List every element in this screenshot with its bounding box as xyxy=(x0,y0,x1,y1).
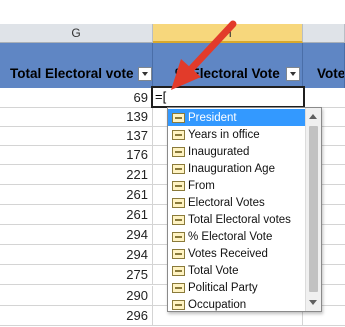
autocomplete-items: President Years in office Inaugurated In… xyxy=(168,109,306,311)
table-header-total-electoral-vote: Total Electoral vote xyxy=(0,43,153,88)
autocomplete-item-years-in-office[interactable]: Years in office xyxy=(168,126,306,143)
field-icon xyxy=(172,129,185,140)
cell-g[interactable]: 294 xyxy=(0,225,153,244)
field-icon xyxy=(172,112,185,123)
autocomplete-item-label: Electoral Votes xyxy=(188,196,265,209)
scrollbar-thumb[interactable] xyxy=(309,126,318,292)
cell-g[interactable]: 137 xyxy=(0,126,153,145)
cell-g[interactable]: 261 xyxy=(0,205,153,224)
autocomplete-item-label: Inaugurated xyxy=(188,145,250,158)
table-header-label: Vote xyxy=(317,66,345,81)
autocomplete-item-label: From xyxy=(188,179,215,192)
field-icon xyxy=(172,214,185,225)
autocomplete-item-inaugurated[interactable]: Inaugurated xyxy=(168,143,306,160)
scroll-down-arrow-icon[interactable] xyxy=(309,300,317,305)
column-header-i[interactable] xyxy=(303,24,345,43)
autocomplete-item-total-vote[interactable]: Total Vote xyxy=(168,262,306,279)
autocomplete-item-electoral-votes[interactable]: Electoral Votes xyxy=(168,194,306,211)
cell-g[interactable]: 294 xyxy=(0,245,153,264)
table-header-label: % Electoral Vote xyxy=(175,66,280,81)
filter-dropdown-button[interactable] xyxy=(137,66,152,81)
cell-g[interactable]: 261 xyxy=(0,185,153,204)
autocomplete-item-label: % Electoral Vote xyxy=(188,230,273,243)
autocomplete-item-votes-received[interactable]: Votes Received xyxy=(168,245,306,262)
autocomplete-item-label: Total Vote xyxy=(188,264,239,277)
autocomplete-item-pct-electoral-vote[interactable]: % Electoral Vote xyxy=(168,228,306,245)
field-icon xyxy=(172,282,185,293)
column-header-g[interactable]: G xyxy=(0,24,153,43)
autocomplete-item-label: Inauguration Age xyxy=(188,162,275,175)
cell-g[interactable]: 221 xyxy=(0,165,153,184)
autocomplete-item-label: Votes Received xyxy=(188,247,268,260)
autocomplete-item-label: Years in office xyxy=(188,128,260,141)
autocomplete-item-political-party[interactable]: Political Party xyxy=(168,279,306,296)
autocomplete-item-label: Political Party xyxy=(188,281,258,294)
table-header-votes: Vote xyxy=(303,43,345,88)
scroll-up-arrow-icon[interactable] xyxy=(309,114,317,119)
table-header-label: Total Electoral vote xyxy=(10,66,134,81)
autocomplete-item-president[interactable]: President xyxy=(168,109,306,126)
autocomplete-item-occupation[interactable]: Occupation xyxy=(168,296,306,311)
field-icon xyxy=(172,265,185,276)
field-icon xyxy=(172,248,185,259)
active-cell-formula[interactable]: =[ xyxy=(151,86,305,108)
column-header-h[interactable]: H xyxy=(153,24,303,43)
field-icon xyxy=(172,299,185,310)
spreadsheet: G H Total Electoral vote % Electoral Vot… xyxy=(0,0,345,327)
filter-dropdown-button[interactable] xyxy=(286,66,300,81)
autocomplete-item-label: Total Electoral votes xyxy=(188,213,291,226)
field-icon xyxy=(172,146,185,157)
formula-autocomplete-list[interactable]: President Years in office Inaugurated In… xyxy=(167,107,322,312)
cell-g[interactable]: 176 xyxy=(0,145,153,164)
field-icon xyxy=(172,163,185,174)
autocomplete-scrollbar[interactable] xyxy=(305,108,321,311)
autocomplete-item-from[interactable]: From xyxy=(168,177,306,194)
field-icon xyxy=(172,180,185,191)
cell-g[interactable]: 275 xyxy=(0,265,153,284)
autocomplete-item-label: Occupation xyxy=(188,298,247,311)
table-header-pct-electoral-vote: % Electoral Vote xyxy=(153,43,303,88)
autocomplete-item-inauguration-age[interactable]: Inauguration Age xyxy=(168,160,306,177)
field-icon xyxy=(172,231,185,242)
cell-g[interactable]: 290 xyxy=(0,286,153,305)
autocomplete-item-total-electoral-votes[interactable]: Total Electoral votes xyxy=(168,211,306,228)
autocomplete-item-label: President xyxy=(188,111,237,124)
cell-g[interactable]: 296 xyxy=(0,306,153,325)
cell-g[interactable]: 139 xyxy=(0,107,153,126)
cell-g[interactable]: 69 xyxy=(0,88,153,107)
field-icon xyxy=(172,197,185,208)
